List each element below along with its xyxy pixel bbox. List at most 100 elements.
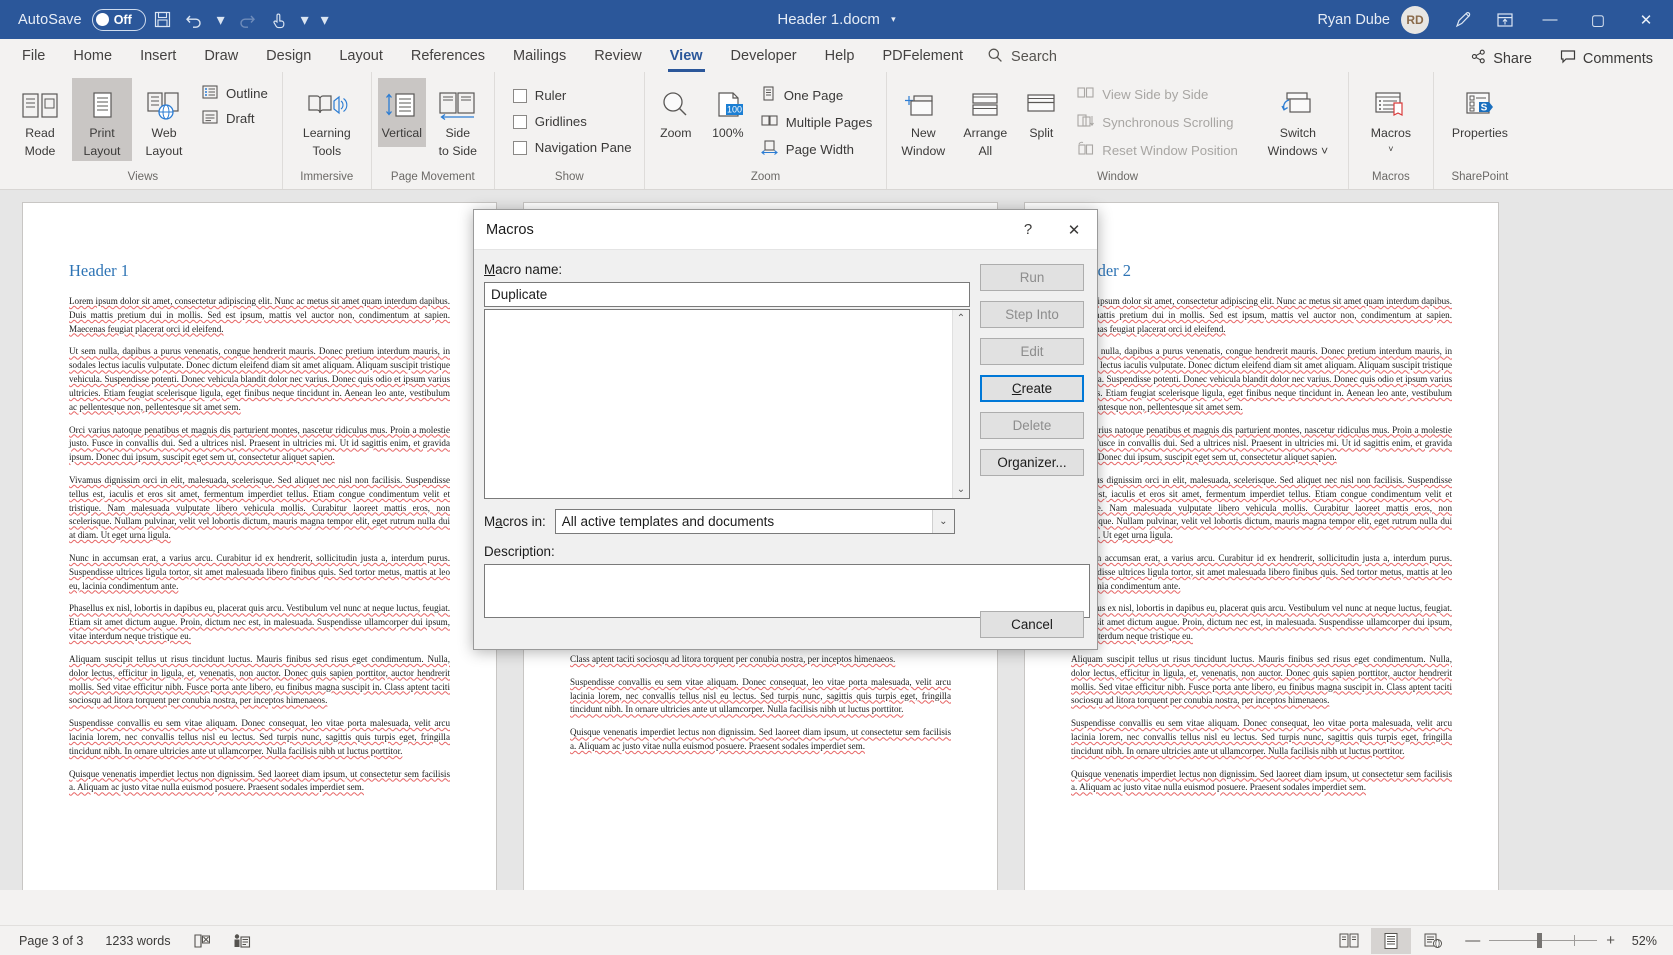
group-title-macros: Macros <box>1372 171 1410 183</box>
page-width-button[interactable]: Page Width <box>760 140 873 158</box>
read-mode-button[interactable]: Read Mode <box>10 78 70 161</box>
avatar[interactable]: RD <box>1401 5 1429 34</box>
macro-list[interactable]: ⌃ ⌄ <box>484 309 970 499</box>
close-button[interactable]: ✕ <box>1623 0 1669 39</box>
macros-button[interactable]: Macros ˅ <box>1355 78 1427 157</box>
minimize-button[interactable]: — <box>1527 0 1573 39</box>
zoom-out-button[interactable]: — <box>1465 932 1480 949</box>
new-window-button[interactable]: New Window <box>893 78 953 161</box>
create-button[interactable]: Create <box>980 375 1084 402</box>
page-2-paragraph: Quisque venenatis imperdiet lectus non d… <box>570 727 951 752</box>
proofing-errors-icon[interactable] <box>182 933 222 949</box>
undo-icon[interactable] <box>180 5 210 35</box>
tab-design[interactable]: Design <box>252 41 325 72</box>
tab-insert[interactable]: Insert <box>126 41 190 72</box>
share-button[interactable]: Share <box>1459 45 1544 72</box>
ink-pen-icon[interactable] <box>1443 0 1483 39</box>
outline-button[interactable]: Outline <box>202 84 268 103</box>
save-icon[interactable] <box>148 5 178 35</box>
read-mode-view-button[interactable] <box>1329 928 1369 954</box>
sharepoint-properties-icon: S <box>1459 83 1501 123</box>
comments-button[interactable]: Comments <box>1548 45 1665 72</box>
macro-name-input[interactable]: Duplicate <box>484 282 970 307</box>
delete-button[interactable]: Delete <box>980 412 1084 439</box>
maximize-button[interactable]: ▢ <box>1575 0 1621 39</box>
tab-view[interactable]: View <box>656 41 717 72</box>
arrange-all-button[interactable]: Arrange All <box>955 78 1015 161</box>
zoom-slider[interactable]: — + <box>1455 932 1625 949</box>
macros-in-label-rest: cros in: <box>502 514 546 529</box>
accessibility-checker-icon[interactable] <box>222 933 262 949</box>
customize-quick-access-icon[interactable]: ▾ <box>316 5 334 35</box>
tab-references[interactable]: References <box>397 41 499 72</box>
close-icon[interactable]: ✕ <box>1051 210 1097 249</box>
print-layout-view-button[interactable] <box>1371 927 1412 954</box>
page-3-heading: Header 2 <box>1071 261 1132 280</box>
ribbon-display-options-icon[interactable] <box>1485 0 1525 39</box>
document-title-caret-icon[interactable]: ▾ <box>891 14 896 24</box>
zoom-in-button[interactable]: + <box>1606 932 1615 949</box>
description-input[interactable] <box>484 564 1090 618</box>
page-3-paragraph: Quisque venenatis imperdiet lectus non d… <box>1071 768 1452 793</box>
macros-dropdown-caret-icon[interactable]: ˅ <box>1388 144 1393 155</box>
zoom-small-items: One Page Multiple Pages Page Width <box>755 78 881 158</box>
scroll-down-icon[interactable]: ⌄ <box>957 484 965 495</box>
touch-mode-dropdown-caret-icon[interactable]: ▾ <box>296 5 314 35</box>
tab-help[interactable]: Help <box>811 41 869 72</box>
macro-list-items[interactable] <box>485 310 952 498</box>
split-button[interactable]: Split <box>1017 78 1065 144</box>
touch-mode-icon[interactable] <box>264 5 294 35</box>
edit-button[interactable]: Edit <box>980 338 1084 365</box>
step-into-button[interactable]: Step Into <box>980 301 1084 328</box>
gridlines-checkbox[interactable]: Gridlines <box>512 114 632 129</box>
page-1-paragraph: Lorem ipsum dolor sit amet, consectetur … <box>69 296 450 334</box>
tab-review[interactable]: Review <box>580 41 656 72</box>
scroll-up-icon[interactable]: ⌃ <box>957 313 965 324</box>
tab-mailings[interactable]: Mailings <box>499 41 580 72</box>
web-layout-view-button[interactable] <box>1413 928 1453 954</box>
read-mode-icon <box>20 83 60 123</box>
learning-tools-button[interactable]: Learning Tools <box>289 78 365 161</box>
cancel-button[interactable]: Cancel <box>980 611 1084 638</box>
tab-pdfelement[interactable]: PDFelement <box>868 41 977 72</box>
side-to-side-button[interactable]: Side to Side <box>428 78 488 161</box>
draft-button[interactable]: Draft <box>202 109 268 128</box>
ribbon-right-commands: Share Comments <box>1459 45 1673 72</box>
zoom-slider-handle[interactable] <box>1537 933 1543 948</box>
zoom-level[interactable]: 52% <box>1627 934 1665 948</box>
autosave-toggle[interactable]: Off <box>91 8 146 31</box>
help-icon[interactable]: ? <box>1005 210 1051 249</box>
zoom-slider-track[interactable] <box>1489 933 1598 948</box>
vertical-scroll-button[interactable]: Vertical <box>377 78 426 147</box>
macro-list-scrollbar[interactable]: ⌃ ⌄ <box>952 310 969 498</box>
tab-home[interactable]: Home <box>59 41 126 72</box>
switch-windows-button[interactable]: Switch Windows ˅ <box>1254 78 1342 161</box>
sharepoint-properties-button[interactable]: S Properties <box>1440 78 1520 144</box>
web-layout-button[interactable]: Web Layout <box>134 78 194 161</box>
search-box[interactable]: Search <box>977 41 1067 72</box>
svg-text:S: S <box>1481 103 1488 114</box>
zoom-button[interactable]: Zoom <box>651 78 701 144</box>
word-count[interactable]: 1233 words <box>94 934 181 948</box>
ruler-checkbox[interactable]: Ruler <box>512 88 632 103</box>
group-title-sharepoint: SharePoint <box>1451 171 1509 183</box>
one-page-button[interactable]: One Page <box>761 86 873 104</box>
tab-file[interactable]: File <box>8 41 59 72</box>
zoom-100-button[interactable]: 100 100% <box>703 78 753 144</box>
macros-in-dropdown[interactable]: All active templates and documents ⌄ <box>554 509 955 534</box>
print-layout-button[interactable]: Print Layout <box>72 78 132 161</box>
ruler-label: Ruler <box>534 88 567 103</box>
run-button[interactable]: Run <box>980 264 1084 291</box>
navigation-pane-checkbox[interactable]: Navigation Pane <box>512 140 632 155</box>
quick-access-toolbar: AutoSave Off ▾ ▾ ▾ <box>0 5 334 35</box>
chevron-down-icon[interactable]: ⌄ <box>931 510 954 533</box>
tab-developer[interactable]: Developer <box>717 41 811 72</box>
undo-dropdown-caret-icon[interactable]: ▾ <box>212 5 230 35</box>
page-indicator[interactable]: Page 3 of 3 <box>8 934 94 948</box>
macro-name-label-rest: acro name: <box>495 262 563 277</box>
organizer-button[interactable]: Organizer... <box>980 449 1084 476</box>
multiple-pages-button[interactable]: Multiple Pages <box>761 113 872 131</box>
document-page-1[interactable]: Header 1 Lorem ipsum dolor sit amet, con… <box>22 202 497 890</box>
tab-draw[interactable]: Draw <box>190 41 252 72</box>
tab-layout[interactable]: Layout <box>325 41 397 72</box>
